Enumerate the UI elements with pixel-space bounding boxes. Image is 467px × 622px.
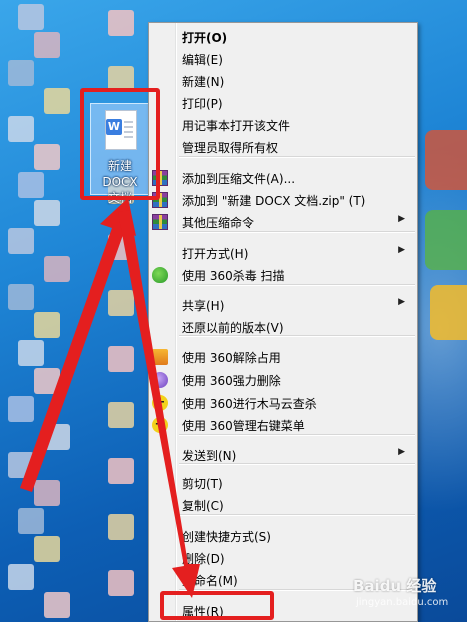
menu-item-label: 打印(P): [182, 97, 223, 111]
menu-item-label: 打开方式(H): [182, 247, 249, 261]
menu-item[interactable]: 打开方式(H) ▶: [149, 242, 417, 264]
menu-item[interactable]: 编辑(E): [149, 48, 417, 70]
winrar-icon: [152, 214, 168, 230]
submenu-arrow-icon: ▶: [398, 245, 405, 255]
properties-highlight-box: [160, 591, 274, 620]
360-antivirus-icon: [152, 267, 168, 283]
menu-item-label: 打开(O): [182, 31, 228, 45]
menu-item-label: 删除(D): [182, 552, 225, 566]
menu-separator: [179, 156, 415, 158]
menu-item[interactable]: 共享(H) ▶: [149, 294, 417, 316]
menu-separator: [179, 434, 415, 436]
menu-item[interactable]: 删除(D): [149, 547, 417, 569]
file-icon-highlight-box: [80, 88, 160, 200]
menu-item-label: 使用 360强力删除: [182, 374, 281, 388]
menu-item[interactable]: 添加到压缩文件(A)...: [149, 167, 417, 189]
menu-item[interactable]: 剪切(T): [149, 472, 417, 494]
menu-item-label: 发送到(N): [182, 449, 237, 463]
menu-item-label: 剪切(T): [182, 477, 223, 491]
baidu-watermark-url: jingyan.baidu.com: [356, 597, 449, 608]
menu-item[interactable]: 使用 360解除占用: [149, 346, 417, 368]
menu-item[interactable]: 复制(C): [149, 494, 417, 516]
submenu-arrow-icon: ▶: [398, 214, 405, 224]
menu-separator: [179, 463, 415, 465]
menu-item-label: 使用 360进行木马云查杀: [182, 397, 317, 411]
menu-item[interactable]: + 使用 360管理右键菜单: [149, 414, 417, 436]
menu-item-label: 使用 360管理右键菜单: [182, 419, 305, 433]
menu-item-label: 添加到 "新建 DOCX 文档.zip" (T): [182, 194, 366, 208]
menu-item[interactable]: 管理员取得所有权: [149, 136, 417, 158]
menu-item[interactable]: 使用 360强力删除: [149, 369, 417, 391]
submenu-arrow-icon: ▶: [398, 297, 405, 307]
menu-separator: [179, 514, 415, 516]
menu-item[interactable]: + 使用 360进行木马云查杀: [149, 392, 417, 414]
menu-item-label: 使用 360解除占用: [182, 351, 281, 365]
menu-item-label: 共享(H): [182, 299, 225, 313]
menu-item-label: 新建(N): [182, 75, 225, 89]
360-menu-manager-icon: +: [152, 417, 168, 433]
360-shred-icon: [152, 372, 168, 388]
baidu-watermark: Baidu 经验: [353, 577, 437, 595]
menu-item-label: 创建快捷方式(S): [182, 530, 271, 544]
menu-separator: [179, 231, 415, 233]
menu-item-label: 还原以前的版本(V): [182, 321, 284, 335]
menu-item-label: 用记事本打开该文件: [182, 119, 291, 133]
menu-item-label: 重命名(M): [182, 574, 238, 588]
menu-item[interactable]: 新建(N): [149, 70, 417, 92]
360-cloud-scan-icon: +: [152, 395, 168, 411]
context-menu: 打开(O) 编辑(E) 新建(N) 打印(P) 用记事本打开该文件 管理员取得所有权添加到…: [148, 22, 418, 622]
menu-item-label: 使用 360杀毒 扫描: [182, 269, 285, 283]
menu-item-label: 管理员取得所有权: [182, 141, 279, 155]
menu-item[interactable]: 打印(P): [149, 92, 417, 114]
menu-item-label: 复制(C): [182, 499, 224, 513]
menu-item[interactable]: 添加到 "新建 DOCX 文档.zip" (T): [149, 189, 417, 211]
menu-separator: [179, 335, 415, 337]
submenu-arrow-icon: ▶: [398, 447, 405, 457]
menu-item[interactable]: 打开(O): [149, 26, 417, 48]
menu-item[interactable]: 其他压缩命令 ▶: [149, 211, 417, 233]
menu-item-label: 添加到压缩文件(A)...: [182, 172, 296, 186]
menu-item[interactable]: 创建快捷方式(S): [149, 525, 417, 547]
menu-item-label: 其他压缩命令: [182, 216, 255, 230]
360-unlock-icon: [152, 349, 168, 365]
menu-separator: [179, 284, 415, 286]
menu-item[interactable]: 用记事本打开该文件: [149, 114, 417, 136]
menu-item[interactable]: 使用 360杀毒 扫描: [149, 264, 417, 286]
menu-item-label: 编辑(E): [182, 53, 223, 67]
